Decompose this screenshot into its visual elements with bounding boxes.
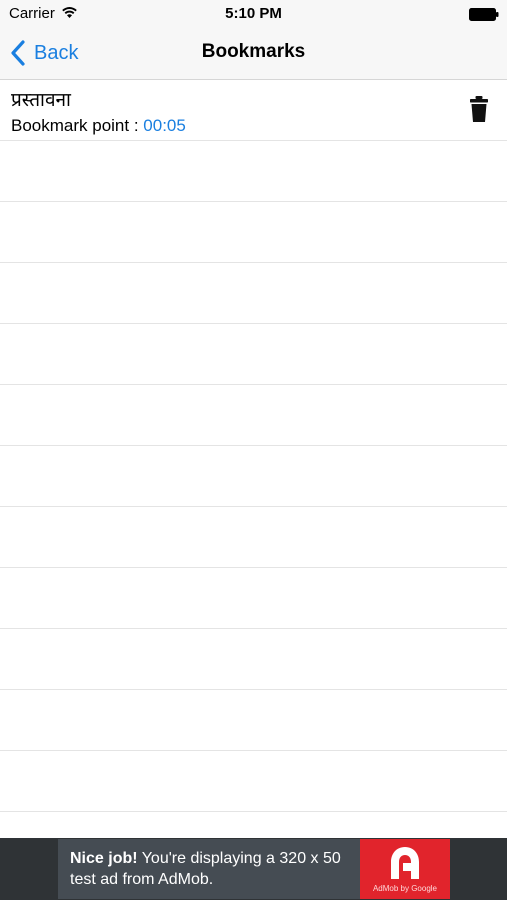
bookmark-point: Bookmark point : 00:05 — [11, 116, 186, 136]
bookmark-title: प्रस्तावना — [11, 90, 71, 111]
empty-row — [0, 141, 507, 202]
empty-row — [0, 751, 507, 812]
status-bar: Carrier 5:10 PM — [0, 0, 507, 28]
empty-row — [0, 263, 507, 324]
ad-banner[interactable]: Nice job! You're displaying a 320 x 50 t… — [0, 838, 507, 900]
bookmark-time: 00:05 — [143, 116, 186, 135]
admob-logo-icon — [391, 847, 419, 879]
chevron-left-icon — [11, 40, 25, 66]
empty-row — [0, 446, 507, 507]
empty-row — [0, 507, 507, 568]
ad-text: Nice job! You're displaying a 320 x 50 t… — [70, 848, 360, 890]
bookmark-row[interactable]: प्रस्तावना Bookmark point : 00:05 — [0, 80, 507, 141]
empty-row — [0, 324, 507, 385]
ad-panel[interactable]: Nice job! You're displaying a 320 x 50 t… — [58, 839, 360, 899]
admob-logo[interactable]: AdMob by Google — [360, 839, 450, 899]
empty-row — [0, 202, 507, 263]
empty-row — [0, 629, 507, 690]
ad-headline: Nice job! — [70, 850, 138, 867]
battery-icon — [469, 8, 499, 21]
empty-row — [0, 690, 507, 751]
navigation-bar: Back Bookmarks — [0, 28, 507, 80]
status-time: 5:10 PM — [225, 5, 282, 22]
trash-icon[interactable] — [469, 95, 489, 123]
back-button[interactable]: Back — [10, 38, 78, 68]
empty-row — [0, 385, 507, 446]
bookmark-point-label: Bookmark point : — [11, 116, 139, 135]
ad-brand-label: AdMob by Google — [372, 884, 438, 893]
back-label: Back — [34, 41, 79, 64]
empty-row — [0, 568, 507, 629]
bookmarks-table: प्रस्तावना Bookmark point : 00:05 — [0, 80, 507, 838]
